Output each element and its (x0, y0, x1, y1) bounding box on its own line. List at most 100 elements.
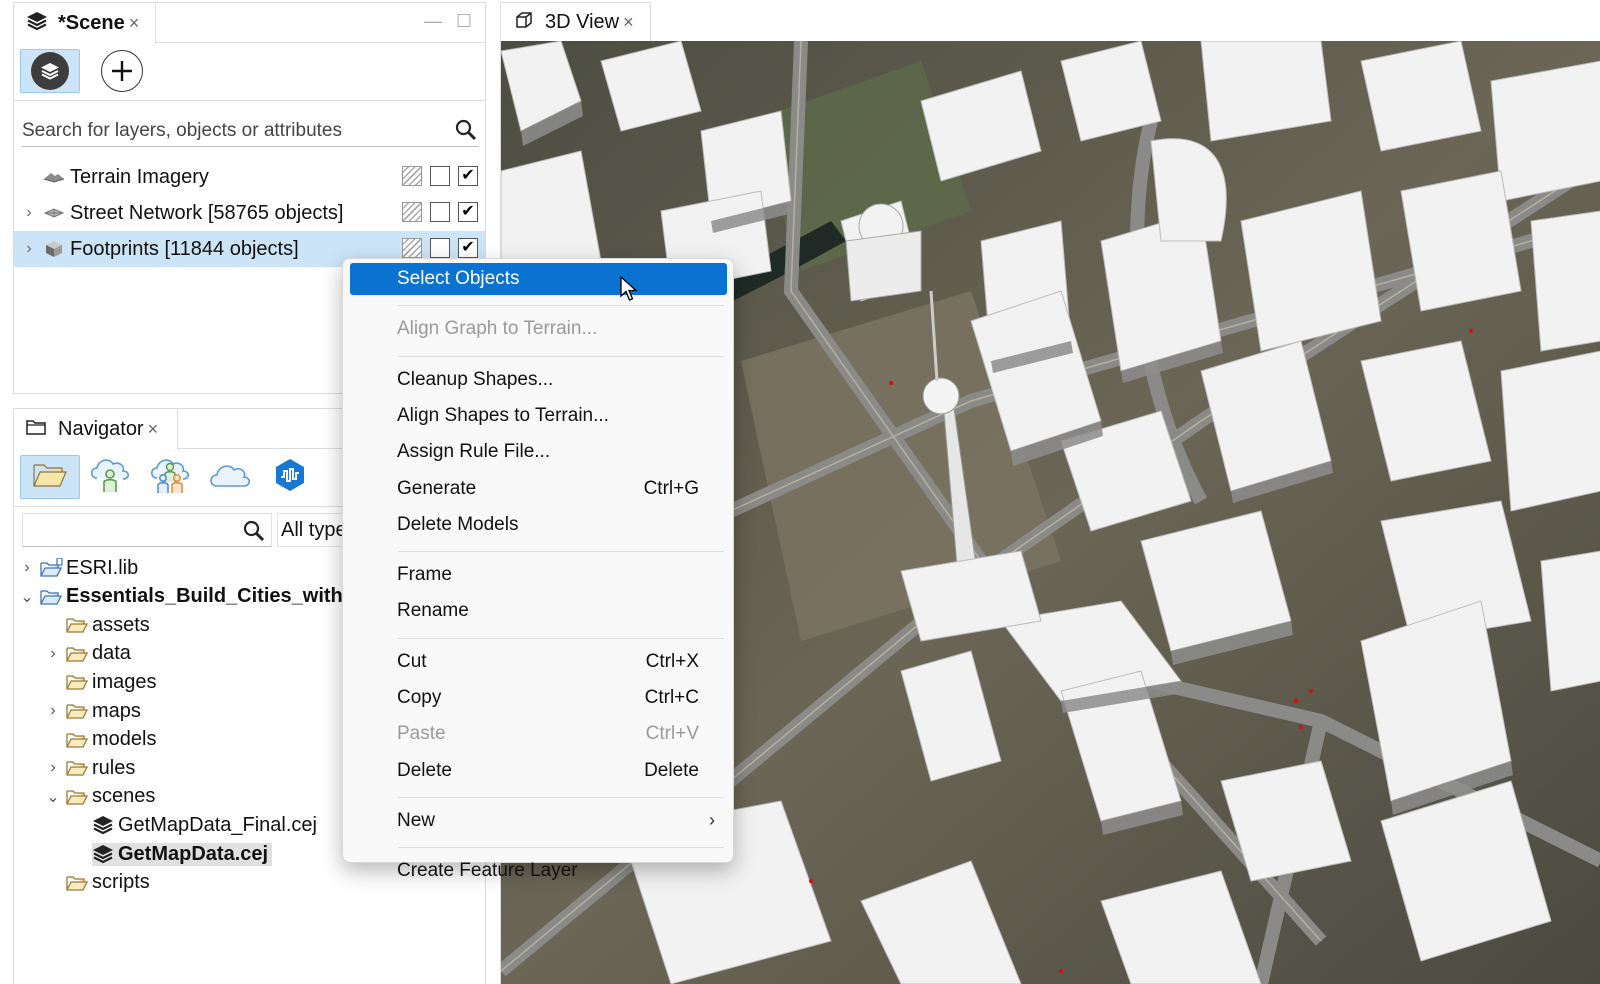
visibility-checkbox[interactable]: ✔ (458, 238, 478, 258)
group-content-button[interactable] (140, 455, 200, 499)
tree-item[interactable]: › rules (40, 754, 139, 782)
menu-item-label: Align Shapes to Terrain... (397, 404, 609, 426)
menu-item-delete-models[interactable]: Delete Models (350, 509, 727, 541)
tree-item[interactable]: › data (40, 640, 135, 668)
tree-item[interactable]: › maps (40, 697, 145, 725)
shapes-icon (42, 240, 66, 258)
visibility-checkbox[interactable]: ✔ (458, 166, 478, 186)
minimize-button[interactable]: — (424, 11, 442, 32)
close-icon[interactable]: × (623, 12, 634, 33)
tab-3d-view[interactable]: 3D View × (501, 2, 651, 41)
menu-item-frame[interactable]: Frame (350, 559, 727, 591)
navigator-search (22, 513, 272, 547)
tree-item-content: rules (66, 757, 139, 780)
layer-name: Terrain Imagery (70, 165, 209, 188)
menu-item-copy[interactable]: Copy Ctrl+C (350, 682, 727, 714)
local-files-button[interactable] (20, 455, 80, 499)
tree-item-label: GetMapData.cej (118, 842, 269, 865)
lock-toggle[interactable] (430, 238, 450, 258)
navigator-search-input[interactable] (23, 514, 233, 544)
tree-item-content: images (66, 671, 160, 694)
project-lib-icon (40, 558, 64, 578)
tree-item-label: models (92, 728, 157, 751)
layer-search (22, 115, 479, 147)
project-icon (40, 587, 64, 607)
folder-icon (26, 419, 46, 440)
layer-row-terrain[interactable]: Terrain Imagery ✔ (14, 159, 485, 195)
folder-icon (66, 758, 90, 778)
tree-item[interactable]: images (40, 668, 160, 696)
menu-separator (398, 355, 724, 357)
menu-item-shortcut: Ctrl+G (643, 477, 699, 499)
plus-icon (101, 50, 143, 92)
lock-toggle[interactable] (430, 166, 450, 186)
folder-icon (66, 873, 90, 893)
tab-scene[interactable]: *Scene × (14, 3, 156, 44)
menu-item-label: Copy (397, 687, 442, 708)
layer-row-street-network[interactable]: › Street Network [58765 objects] ✔ (14, 195, 485, 231)
menu-item-generate[interactable]: Generate Ctrl+G (350, 473, 727, 505)
chevron-right-icon[interactable]: › (16, 240, 42, 258)
folder-icon (66, 730, 90, 750)
menu-item-label: New (397, 809, 436, 831)
menu-item-assign-rule-file[interactable]: Assign Rule File... (350, 436, 727, 468)
tree-item-content: scripts (66, 871, 154, 894)
my-content-button[interactable] (80, 455, 140, 499)
scene-file-icon (92, 815, 116, 835)
menu-item-shortcut: Delete (644, 759, 699, 781)
tree-item[interactable]: GetMapData_Final.cej (66, 811, 321, 839)
tree-item[interactable]: models (40, 726, 160, 754)
layer-search-input[interactable] (22, 119, 442, 142)
menu-item-rename[interactable]: Rename (350, 595, 727, 627)
tree-item-label: ESRI.lib (66, 556, 139, 579)
chevron-right-icon[interactable]: › (40, 759, 66, 777)
menu-item-label: Delete Models (397, 513, 519, 535)
chevron-right-icon[interactable]: › (14, 559, 40, 577)
living-atlas-button[interactable] (260, 455, 320, 499)
tree-item[interactable]: GetMapData.cej (66, 840, 273, 868)
menu-item-delete[interactable]: Delete Delete (350, 755, 727, 787)
menu-item-cut[interactable]: Cut Ctrl+X (350, 646, 727, 678)
search-icon[interactable] (243, 520, 265, 547)
tab-navigator[interactable]: Navigator × (14, 409, 178, 450)
menu-item-label: Assign Rule File... (397, 441, 551, 463)
visibility-checkbox[interactable]: ✔ (458, 202, 478, 222)
folder-icon (66, 644, 90, 664)
shadow-toggle[interactable] (402, 238, 422, 258)
close-icon[interactable]: × (148, 419, 159, 440)
tab-scene-label: *Scene (58, 12, 125, 34)
chevron-right-icon[interactable]: › (16, 204, 42, 222)
chevron-down-icon[interactable]: ⌄ (40, 787, 66, 807)
graph-icon (42, 204, 66, 222)
menu-item-align-shapes-to-terrain[interactable]: Align Shapes to Terrain... (350, 400, 727, 432)
maximize-button[interactable]: ☐ (456, 11, 472, 32)
tree-item[interactable]: scripts (40, 869, 154, 897)
menu-item-select-objects[interactable]: Select Objects (350, 263, 727, 295)
menu-item-label: Rename (397, 600, 469, 622)
tree-item[interactable]: › ESRI.lib (14, 554, 142, 582)
menu-item-cleanup-shapes[interactable]: Cleanup Shapes... (350, 364, 727, 396)
menu-item-label: Delete (397, 759, 452, 781)
menu-item-new[interactable]: New › (350, 805, 727, 837)
tree-item-label: scenes (92, 785, 156, 808)
search-icon[interactable] (455, 119, 477, 146)
menu-item-label: Cleanup Shapes... (397, 368, 554, 390)
tree-item-label: images (92, 670, 157, 693)
lock-toggle[interactable] (430, 202, 450, 222)
layers-view-button[interactable] (20, 49, 80, 93)
menu-item-create-feature-layer[interactable]: Create Feature Layer (350, 855, 727, 887)
cloud-group-icon (147, 454, 193, 501)
chevron-down-icon[interactable]: ⌄ (14, 587, 40, 607)
portal-button[interactable] (200, 455, 260, 499)
terrain-icon (42, 168, 66, 186)
shadow-toggle[interactable] (402, 166, 422, 186)
tree-item[interactable]: assets (40, 611, 154, 639)
close-icon[interactable]: × (129, 13, 140, 34)
tree-item-content: data (66, 642, 135, 665)
shadow-toggle[interactable] (402, 202, 422, 222)
tree-item[interactable]: ⌄ scenes (40, 783, 159, 811)
chevron-right-icon[interactable]: › (40, 645, 66, 663)
add-layer-button[interactable] (92, 49, 152, 93)
chevron-right-icon[interactable]: › (40, 702, 66, 720)
menu-item-paste: Paste Ctrl+V (350, 718, 727, 750)
